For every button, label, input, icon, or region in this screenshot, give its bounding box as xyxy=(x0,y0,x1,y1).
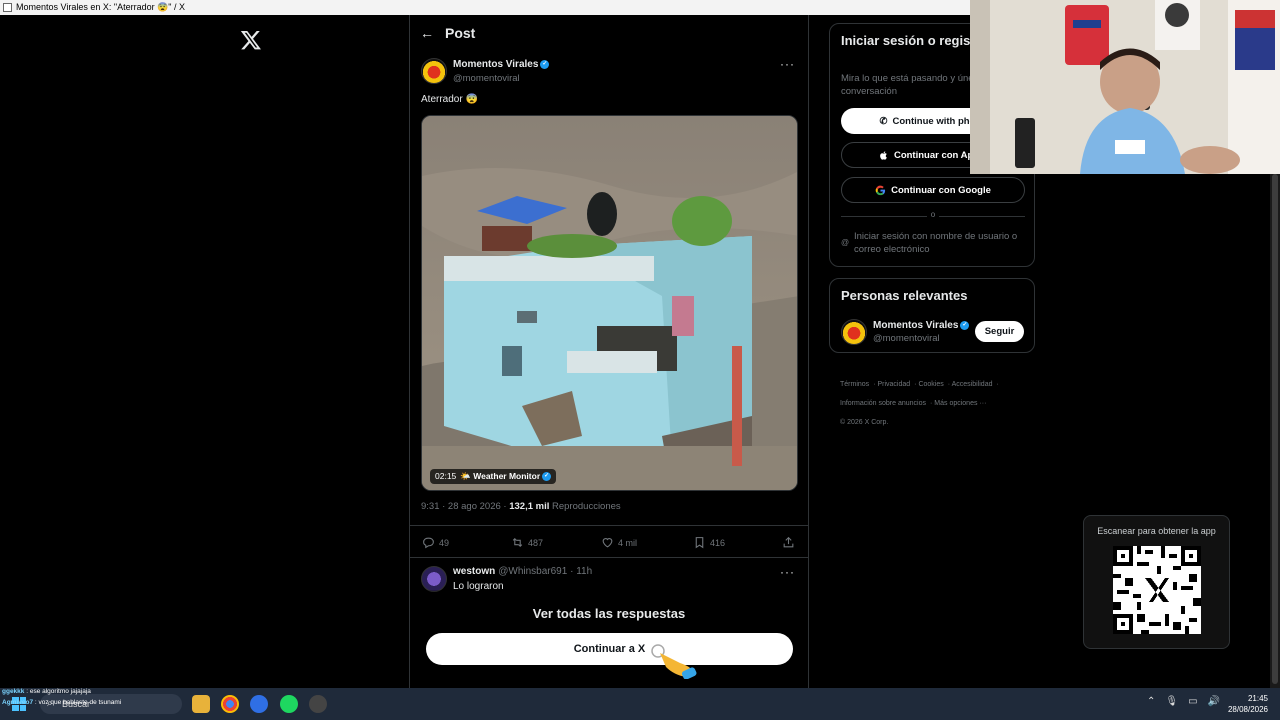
verified-badge-icon: ✓ xyxy=(960,320,970,330)
reply-avatar[interactable] xyxy=(421,566,447,592)
person-handle[interactable]: @momentoviral xyxy=(873,333,940,344)
more-options-icon[interactable]: ··· xyxy=(780,565,795,579)
get-app-qr-card[interactable]: Escanear para obtener la app xyxy=(1083,515,1230,649)
heart-icon xyxy=(602,538,613,548)
file-explorer-icon[interactable] xyxy=(192,695,210,713)
arrow-left-icon[interactable]: ← xyxy=(420,25,434,41)
phone-icon: ✆ xyxy=(879,115,888,127)
see-all-replies-heading: Ver todas las respuestas xyxy=(532,606,686,621)
relevant-people-card: Personas relevantes Momentos Virales ✓ @m… xyxy=(829,278,1035,353)
continue-to-x-button[interactable]: Continuar a X xyxy=(426,633,793,665)
login-with-username-link[interactable]: @ Iniciar sesión con nombre de usuario o … xyxy=(841,230,1031,256)
avatar[interactable] xyxy=(841,319,867,345)
reply-button[interactable]: 49 xyxy=(422,536,449,549)
verified-badge-icon: ✓ xyxy=(540,59,550,69)
reply-count: 49 xyxy=(439,537,450,548)
like-button[interactable]: 4 mil xyxy=(601,536,637,549)
reply-icon xyxy=(423,537,434,549)
network-icon[interactable]: ▭ xyxy=(1188,696,1197,707)
post-video[interactable]: 02:15 🌤️ Weather Monitor ✓ xyxy=(421,115,798,491)
page-scrollbar[interactable] xyxy=(1270,174,1280,688)
system-tray: ⌃ 🎙 ▭ 🔊 xyxy=(1147,696,1220,707)
footer-link-ads-info[interactable]: Información sobre anuncios xyxy=(840,400,926,407)
obs-icon[interactable] xyxy=(309,695,327,713)
bookmark-button[interactable]: 416 xyxy=(693,536,725,549)
repost-button[interactable]: 487 xyxy=(511,536,543,549)
avatar[interactable] xyxy=(421,58,447,84)
webcam-overlay xyxy=(970,0,1280,174)
video-source: 🌤️ Weather Monitor xyxy=(460,471,541,481)
views-label: Reproducciones xyxy=(549,501,621,512)
video-badge: 02:15 🌤️ Weather Monitor ✓ xyxy=(430,469,557,484)
reply-author[interactable]: westown @Whinsbar691 · 11h xyxy=(453,566,592,577)
more-options-icon[interactable]: ··· xyxy=(780,57,795,71)
bookmark-count: 416 xyxy=(710,537,726,548)
chat-message: ggekkk : ese algoritmo jajajaja xyxy=(2,688,91,695)
qr-code xyxy=(1113,546,1201,634)
pointer-hand-icon xyxy=(650,643,700,684)
footer-links: Términos · Privacidad · Cookies · Accesibil… xyxy=(840,381,999,426)
taskbar-clock[interactable]: 21:45 28/08/2026 xyxy=(1228,693,1268,715)
chrome-icon[interactable] xyxy=(221,695,239,713)
main-column: ← Post Momentos Virales ✓ @momentoviral ·… xyxy=(409,15,809,688)
post-text: Aterrador 😨 xyxy=(421,94,478,105)
repost-icon xyxy=(512,537,523,548)
reply-handle: @Whinsbar691 · 11h xyxy=(498,566,593,577)
at-sign-icon: @ xyxy=(841,238,850,247)
author-handle[interactable]: @momentoviral xyxy=(453,73,520,84)
bookmark-icon xyxy=(695,537,704,549)
qr-title: Escanear para obtener la app xyxy=(1097,526,1216,536)
follow-button[interactable]: Seguir xyxy=(975,321,1024,342)
repost-count: 487 xyxy=(528,537,544,548)
continue-with-google-button[interactable]: Continuar con Google xyxy=(841,177,1025,203)
views-count: 132,1 mil xyxy=(509,501,550,512)
stream-chat-overlay: ggekkk : ese algoritmo jajajaja Agmiveo7… xyxy=(2,686,121,708)
post-timestamp[interactable]: 9:31 · 28 ago 2026 · xyxy=(421,501,509,512)
spotify-icon[interactable] xyxy=(280,695,298,713)
post-meta: 9:31 · 28 ago 2026 · 132,1 mil Reproducc… xyxy=(421,501,621,512)
footer-link-accessibility[interactable]: Accesibilidad xyxy=(952,381,993,388)
like-count: 4 mil xyxy=(618,537,638,548)
video-frame xyxy=(422,116,797,490)
person-name[interactable]: Momentos Virales ✓ xyxy=(873,320,970,331)
apple-icon xyxy=(880,150,887,160)
chat-message: Agmiveo7 : voz que hablaste de tsunami xyxy=(2,699,122,706)
relevant-people-title: Personas relevantes xyxy=(841,288,968,303)
author-name[interactable]: Momentos Virales ✓ xyxy=(453,59,550,70)
video-duration: 02:15 xyxy=(435,471,457,481)
microphone-icon[interactable]: 🎙 xyxy=(1165,696,1178,707)
copyright: © 2026 X Corp. xyxy=(840,419,889,426)
post-actions: 49 487 4 mil 416 xyxy=(410,525,808,558)
post-header: ← Post xyxy=(410,15,808,51)
chevron-up-icon[interactable]: ⌃ xyxy=(1147,696,1155,707)
footer-link-privacy[interactable]: Privacidad xyxy=(877,381,910,388)
share-icon xyxy=(783,536,794,548)
google-icon xyxy=(875,185,886,195)
app-icon xyxy=(3,3,12,12)
page-title: Post xyxy=(445,25,476,41)
share-button[interactable] xyxy=(782,536,795,549)
verified-badge-icon: ✓ xyxy=(542,472,552,482)
app-icon[interactable] xyxy=(250,695,268,713)
footer-link-terms[interactable]: Términos xyxy=(840,381,869,388)
footer-link-more[interactable]: Más opciones ··· xyxy=(934,400,986,407)
or-divider: o xyxy=(841,210,1025,222)
x-logo-icon[interactable] xyxy=(240,29,262,51)
taskbar: ⌕ Buscar ⌃ 🎙 ▭ 🔊 21:45 28/08/2026 xyxy=(0,688,1280,720)
footer-link-cookies[interactable]: Cookies xyxy=(918,381,943,388)
window-title: Momentos Virales en X: "Aterrador 😨" / X xyxy=(16,2,185,12)
scrollbar-thumb[interactable] xyxy=(1272,174,1278,684)
volume-icon[interactable]: 🔊 xyxy=(1208,696,1220,707)
